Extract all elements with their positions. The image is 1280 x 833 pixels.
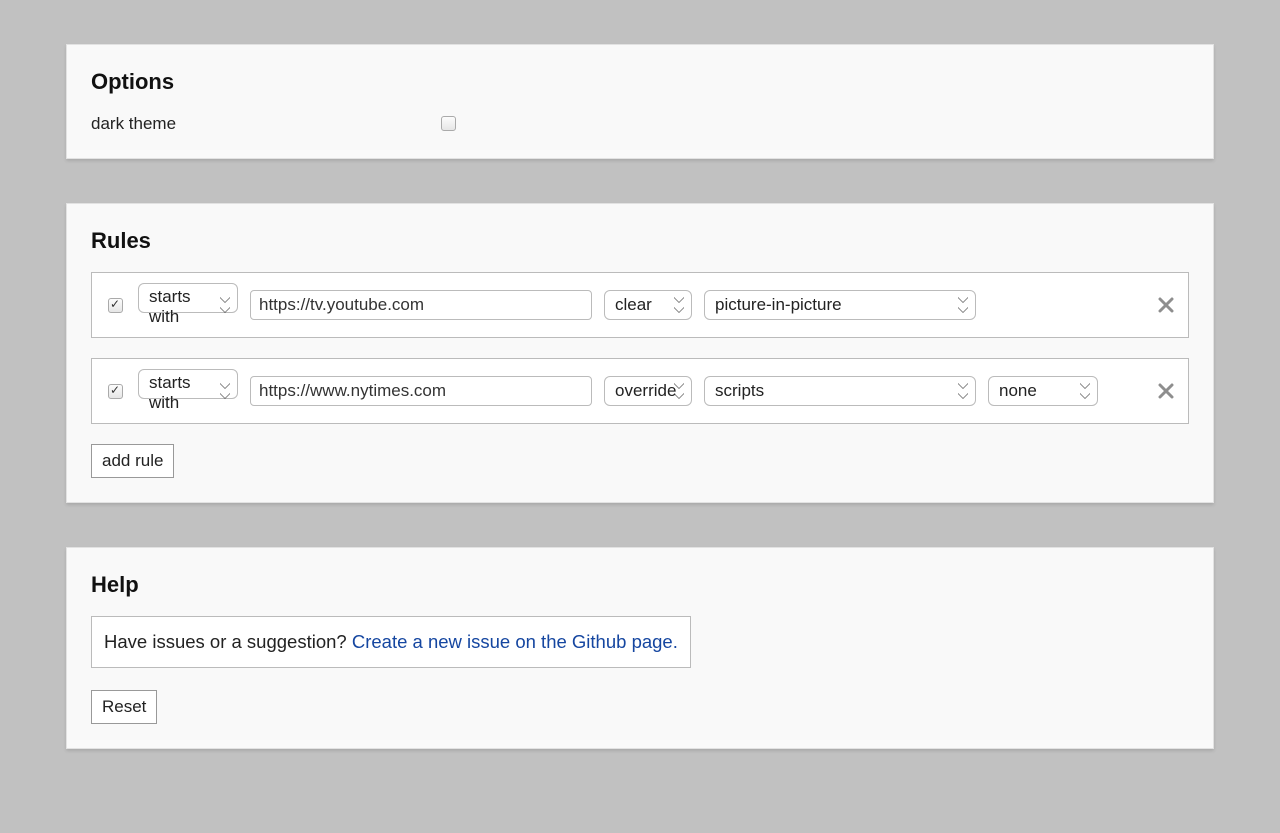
add-rule-button[interactable]: add rule bbox=[91, 444, 174, 478]
help-message: Have issues or a suggestion? Create a ne… bbox=[91, 616, 691, 668]
rule-url-input[interactable] bbox=[250, 376, 592, 406]
rules-panel: Rules starts with clear picture-in-pictu… bbox=[66, 203, 1214, 503]
rules-title: Rules bbox=[91, 228, 1189, 254]
help-panel: Help Have issues or a suggestion? Create… bbox=[66, 547, 1214, 749]
close-icon bbox=[1158, 383, 1174, 399]
dark-theme-label: dark theme bbox=[91, 114, 437, 134]
help-title: Help bbox=[91, 572, 1189, 598]
rule-delete-button[interactable] bbox=[1156, 295, 1176, 315]
rule-match-select[interactable]: starts with bbox=[138, 283, 238, 313]
options-title: Options bbox=[91, 69, 1189, 95]
dark-theme-row: dark theme bbox=[91, 113, 1189, 134]
rule-row: starts with clear picture-in-picture bbox=[91, 272, 1189, 338]
rule-enabled-checkbox[interactable] bbox=[108, 298, 123, 313]
rule-value-select[interactable]: none bbox=[988, 376, 1098, 406]
dark-theme-checkbox[interactable] bbox=[441, 116, 456, 131]
rule-match-select[interactable]: starts with bbox=[138, 369, 238, 399]
rule-url-input[interactable] bbox=[250, 290, 592, 320]
rule-row: starts with override scripts none bbox=[91, 358, 1189, 424]
close-icon bbox=[1158, 297, 1174, 313]
options-panel: Options dark theme bbox=[66, 44, 1214, 159]
reset-button[interactable]: Reset bbox=[91, 690, 157, 724]
rule-action-select[interactable]: override bbox=[604, 376, 692, 406]
rule-enabled-checkbox[interactable] bbox=[108, 384, 123, 399]
help-github-link[interactable]: Create a new issue on the Github page. bbox=[352, 631, 678, 652]
rule-action-select[interactable]: clear bbox=[604, 290, 692, 320]
rule-delete-button[interactable] bbox=[1156, 381, 1176, 401]
rule-option-select[interactable]: picture-in-picture bbox=[704, 290, 976, 320]
help-prompt-text: Have issues or a suggestion? bbox=[104, 631, 352, 652]
settings-page: Options dark theme Rules starts with cle… bbox=[0, 0, 1280, 833]
rule-option-select[interactable]: scripts bbox=[704, 376, 976, 406]
